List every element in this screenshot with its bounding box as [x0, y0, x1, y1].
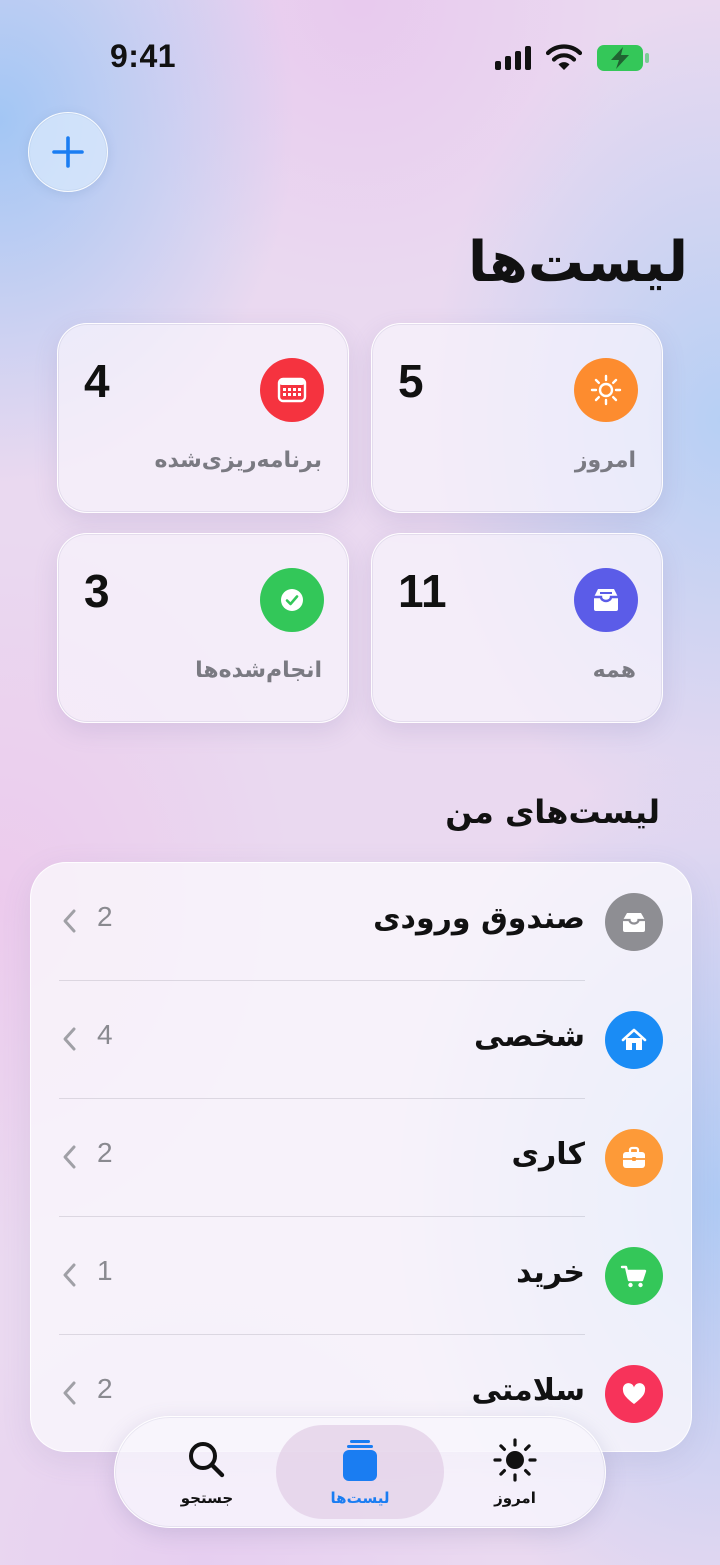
- cellular-signal-icon: [495, 46, 531, 70]
- wifi-icon: [546, 44, 582, 70]
- chevron-left-icon: [63, 909, 76, 933]
- card-completed[interactable]: 3 انجام‌شده‌ها: [57, 533, 349, 723]
- list-item-label: صندوق ورودی: [373, 901, 585, 936]
- chevron-left-icon: [63, 1145, 76, 1169]
- checkmark-icon: [260, 568, 324, 632]
- card-label: همه: [592, 658, 636, 683]
- battery-charging-icon: [597, 45, 649, 71]
- card-scheduled[interactable]: 4 برنامه‌ریزی‌شده: [57, 323, 349, 513]
- tab-bar: جستجو لیست‌ها امروز: [114, 1416, 606, 1528]
- list-item-personal[interactable]: شخصی 4: [31, 981, 691, 1099]
- card-count: 11: [398, 565, 447, 617]
- heart-icon: [605, 1365, 663, 1423]
- list-item-count: 2: [97, 901, 113, 932]
- tab-label: لیست‌ها: [330, 1489, 390, 1507]
- add-list-button[interactable]: [28, 112, 108, 192]
- tray-icon: [605, 893, 663, 951]
- list-item-inbox[interactable]: صندوق ورودی 2: [31, 863, 691, 981]
- chevron-left-icon: [63, 1263, 76, 1287]
- status-time: 9:41: [110, 38, 177, 74]
- tab-lists[interactable]: لیست‌ها: [276, 1425, 444, 1519]
- tray-icon: [574, 568, 638, 632]
- tab-label: امروز: [494, 1489, 536, 1507]
- tab-label: جستجو: [180, 1489, 234, 1507]
- calendar-icon: [260, 358, 324, 422]
- house-icon: [605, 1011, 663, 1069]
- briefcase-icon: [605, 1129, 663, 1187]
- status-bar: 9:41: [0, 0, 720, 110]
- list-item-work[interactable]: کاری 2: [31, 1099, 691, 1217]
- tab-search[interactable]: جستجو: [123, 1425, 291, 1519]
- card-count: 5: [398, 355, 424, 407]
- list-item-label: خرید: [516, 1255, 585, 1290]
- list-item-count: 1: [97, 1255, 113, 1286]
- card-count: 4: [84, 355, 110, 407]
- plus-icon: [52, 136, 84, 168]
- list-item-label: سلامتی: [471, 1373, 585, 1408]
- list-item-count: 4: [97, 1019, 113, 1050]
- sun-icon: [574, 358, 638, 422]
- chevron-left-icon: [63, 1381, 76, 1405]
- list-item-shopping[interactable]: خرید 1: [31, 1217, 691, 1335]
- card-label: امروز: [574, 448, 636, 473]
- list-item-count: 2: [97, 1373, 113, 1404]
- page-title: لیست‌ها: [467, 230, 689, 295]
- list-item-label: شخصی: [473, 1019, 585, 1054]
- cart-icon: [605, 1247, 663, 1305]
- lists-icon: [343, 1440, 377, 1481]
- search-icon: [189, 1442, 225, 1478]
- chevron-left-icon: [63, 1027, 76, 1051]
- list-item-count: 2: [97, 1137, 113, 1168]
- list-item-label: کاری: [511, 1137, 585, 1172]
- sun-icon: [493, 1438, 537, 1482]
- card-all[interactable]: 11 همه: [371, 533, 663, 723]
- my-lists-panel: صندوق ورودی 2 شخصی 4 کاری 2 خرید 1 سلامت…: [30, 862, 692, 1452]
- section-title-my-lists: لیست‌های من: [445, 793, 660, 831]
- card-label: برنامه‌ریزی‌شده: [154, 448, 322, 473]
- card-today[interactable]: 5 امروز: [371, 323, 663, 513]
- card-label: انجام‌شده‌ها: [195, 658, 322, 683]
- card-count: 3: [84, 565, 110, 617]
- tab-today[interactable]: امروز: [431, 1425, 599, 1519]
